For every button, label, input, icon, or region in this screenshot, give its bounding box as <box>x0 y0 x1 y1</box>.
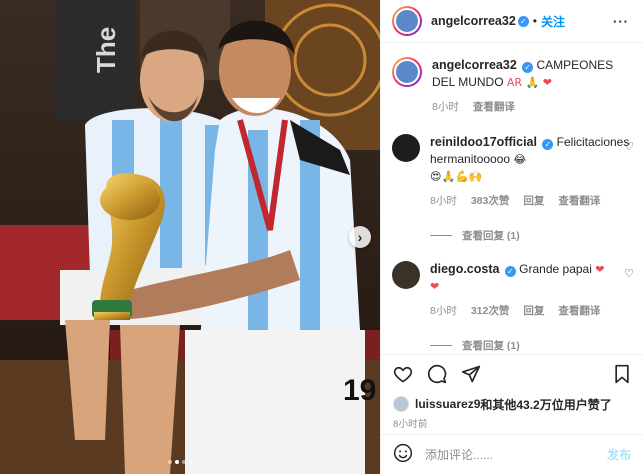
comment-bubble-icon[interactable] <box>427 364 447 384</box>
caption-emoji: AR 🙏 ❤ <box>506 76 552 89</box>
liker-avatar <box>393 396 409 412</box>
carousel-dot-active <box>175 460 179 464</box>
comment-input[interactable]: 添加评论...... <box>425 446 595 463</box>
posted-time[interactable]: 8小时前 <box>381 416 643 434</box>
comment-emoji: ❤ <box>595 263 605 276</box>
verified-badge-icon: ✓ <box>504 266 516 277</box>
likes-count-text[interactable]: 和其他43.2万位用户赞了 <box>480 396 611 413</box>
caption-username[interactable]: angelcorrea32 <box>432 58 517 72</box>
view-replies-label: 查看回复 (1) <box>462 230 520 242</box>
comment-item: reinildoo17official ✓ Felicitaciones her… <box>392 134 634 210</box>
commenter-avatar[interactable] <box>392 134 420 162</box>
post-photo[interactable]: The 19 › <box>0 0 380 474</box>
like-comment-heart-icon[interactable]: ♡ <box>624 140 634 153</box>
carousel-dot <box>189 460 193 464</box>
comment-item: diego.costa ✓ Grande papai ❤ ❤ 8小时 312次赞… <box>392 261 634 320</box>
emoji-smiley-icon[interactable] <box>393 443 413 466</box>
post-actions <box>381 354 643 392</box>
comment-emoji: 😂 <box>513 153 527 166</box>
view-replies-button[interactable]: 查看回复 (1) <box>430 338 632 353</box>
comment-username[interactable]: diego.costa <box>430 262 499 276</box>
comment-likes[interactable]: 312次赞 <box>471 303 510 320</box>
comment-translate-link[interactable]: 查看翻译 <box>558 303 600 320</box>
add-comment-bar: 添加评论...... 发布 <box>381 434 643 474</box>
post-header: angelcorrea32 ✓ • 关注 ··· <box>381 0 643 43</box>
header-separator: • <box>532 14 537 28</box>
likes-summary[interactable]: luissuarez9 和其他43.2万位用户赞了 <box>381 392 643 416</box>
caption-avatar[interactable] <box>392 57 422 87</box>
svg-text:The: The <box>91 27 121 73</box>
comment-emoji-line: 😍🙏💪🙌 <box>430 170 483 183</box>
liker-username[interactable]: luissuarez9 <box>415 397 480 411</box>
more-options-icon[interactable]: ··· <box>613 14 629 29</box>
divider-line <box>430 345 452 346</box>
carousel-dots <box>168 460 193 464</box>
share-paper-plane-icon[interactable] <box>461 364 481 384</box>
caption-time[interactable]: 8小时 <box>432 99 459 116</box>
carousel-dot <box>168 460 172 464</box>
comment-likes[interactable]: 383次赞 <box>471 193 510 210</box>
verified-badge-icon: ✓ <box>517 15 529 27</box>
post-comment-button[interactable]: 发布 <box>607 446 631 463</box>
view-replies-button[interactable]: 查看回复 (1) <box>430 228 632 243</box>
caption: angelcorrea32 ✓ CAMPEONES DEL MUNDO AR 🙏… <box>392 57 632 116</box>
author-username[interactable]: angelcorrea32 <box>431 14 516 28</box>
save-bookmark-icon[interactable] <box>613 364 631 384</box>
commenter-avatar[interactable] <box>392 261 420 289</box>
photo-illustration: The 19 <box>0 0 380 474</box>
post-side-panel: angelcorrea32 ✓ • 关注 ··· angelcorrea32 ✓… <box>380 0 643 474</box>
follow-button[interactable]: 关注 <box>541 13 565 30</box>
view-replies-label: 查看回复 (1) <box>462 340 520 352</box>
carousel-dot <box>182 460 186 464</box>
chevron-right-icon: › <box>357 229 363 245</box>
comment-reply-button[interactable]: 回复 <box>523 303 544 320</box>
verified-badge-icon: ✓ <box>522 62 534 73</box>
svg-text:19: 19 <box>343 374 376 407</box>
comment-time[interactable]: 8小时 <box>430 303 457 320</box>
author-avatar[interactable] <box>392 6 422 36</box>
comment-time[interactable]: 8小时 <box>430 193 457 210</box>
comment-reply-button[interactable]: 回复 <box>523 193 544 210</box>
caption-translate-link[interactable]: 查看翻译 <box>473 99 515 116</box>
next-photo-button[interactable]: › <box>349 226 371 248</box>
verified-badge-icon: ✓ <box>542 139 554 150</box>
comment-username[interactable]: reinildoo17official <box>430 135 537 149</box>
like-comment-heart-icon[interactable]: ♡ <box>624 267 634 280</box>
divider-line <box>430 235 452 236</box>
like-heart-icon[interactable] <box>393 364 413 384</box>
comment-translate-link[interactable]: 查看翻译 <box>558 193 600 210</box>
comment-text: Grande papai <box>519 262 592 276</box>
comment-emoji-line: ❤ <box>430 280 440 293</box>
comments-list[interactable]: angelcorrea32 ✓ CAMPEONES DEL MUNDO AR 🙏… <box>381 43 643 354</box>
